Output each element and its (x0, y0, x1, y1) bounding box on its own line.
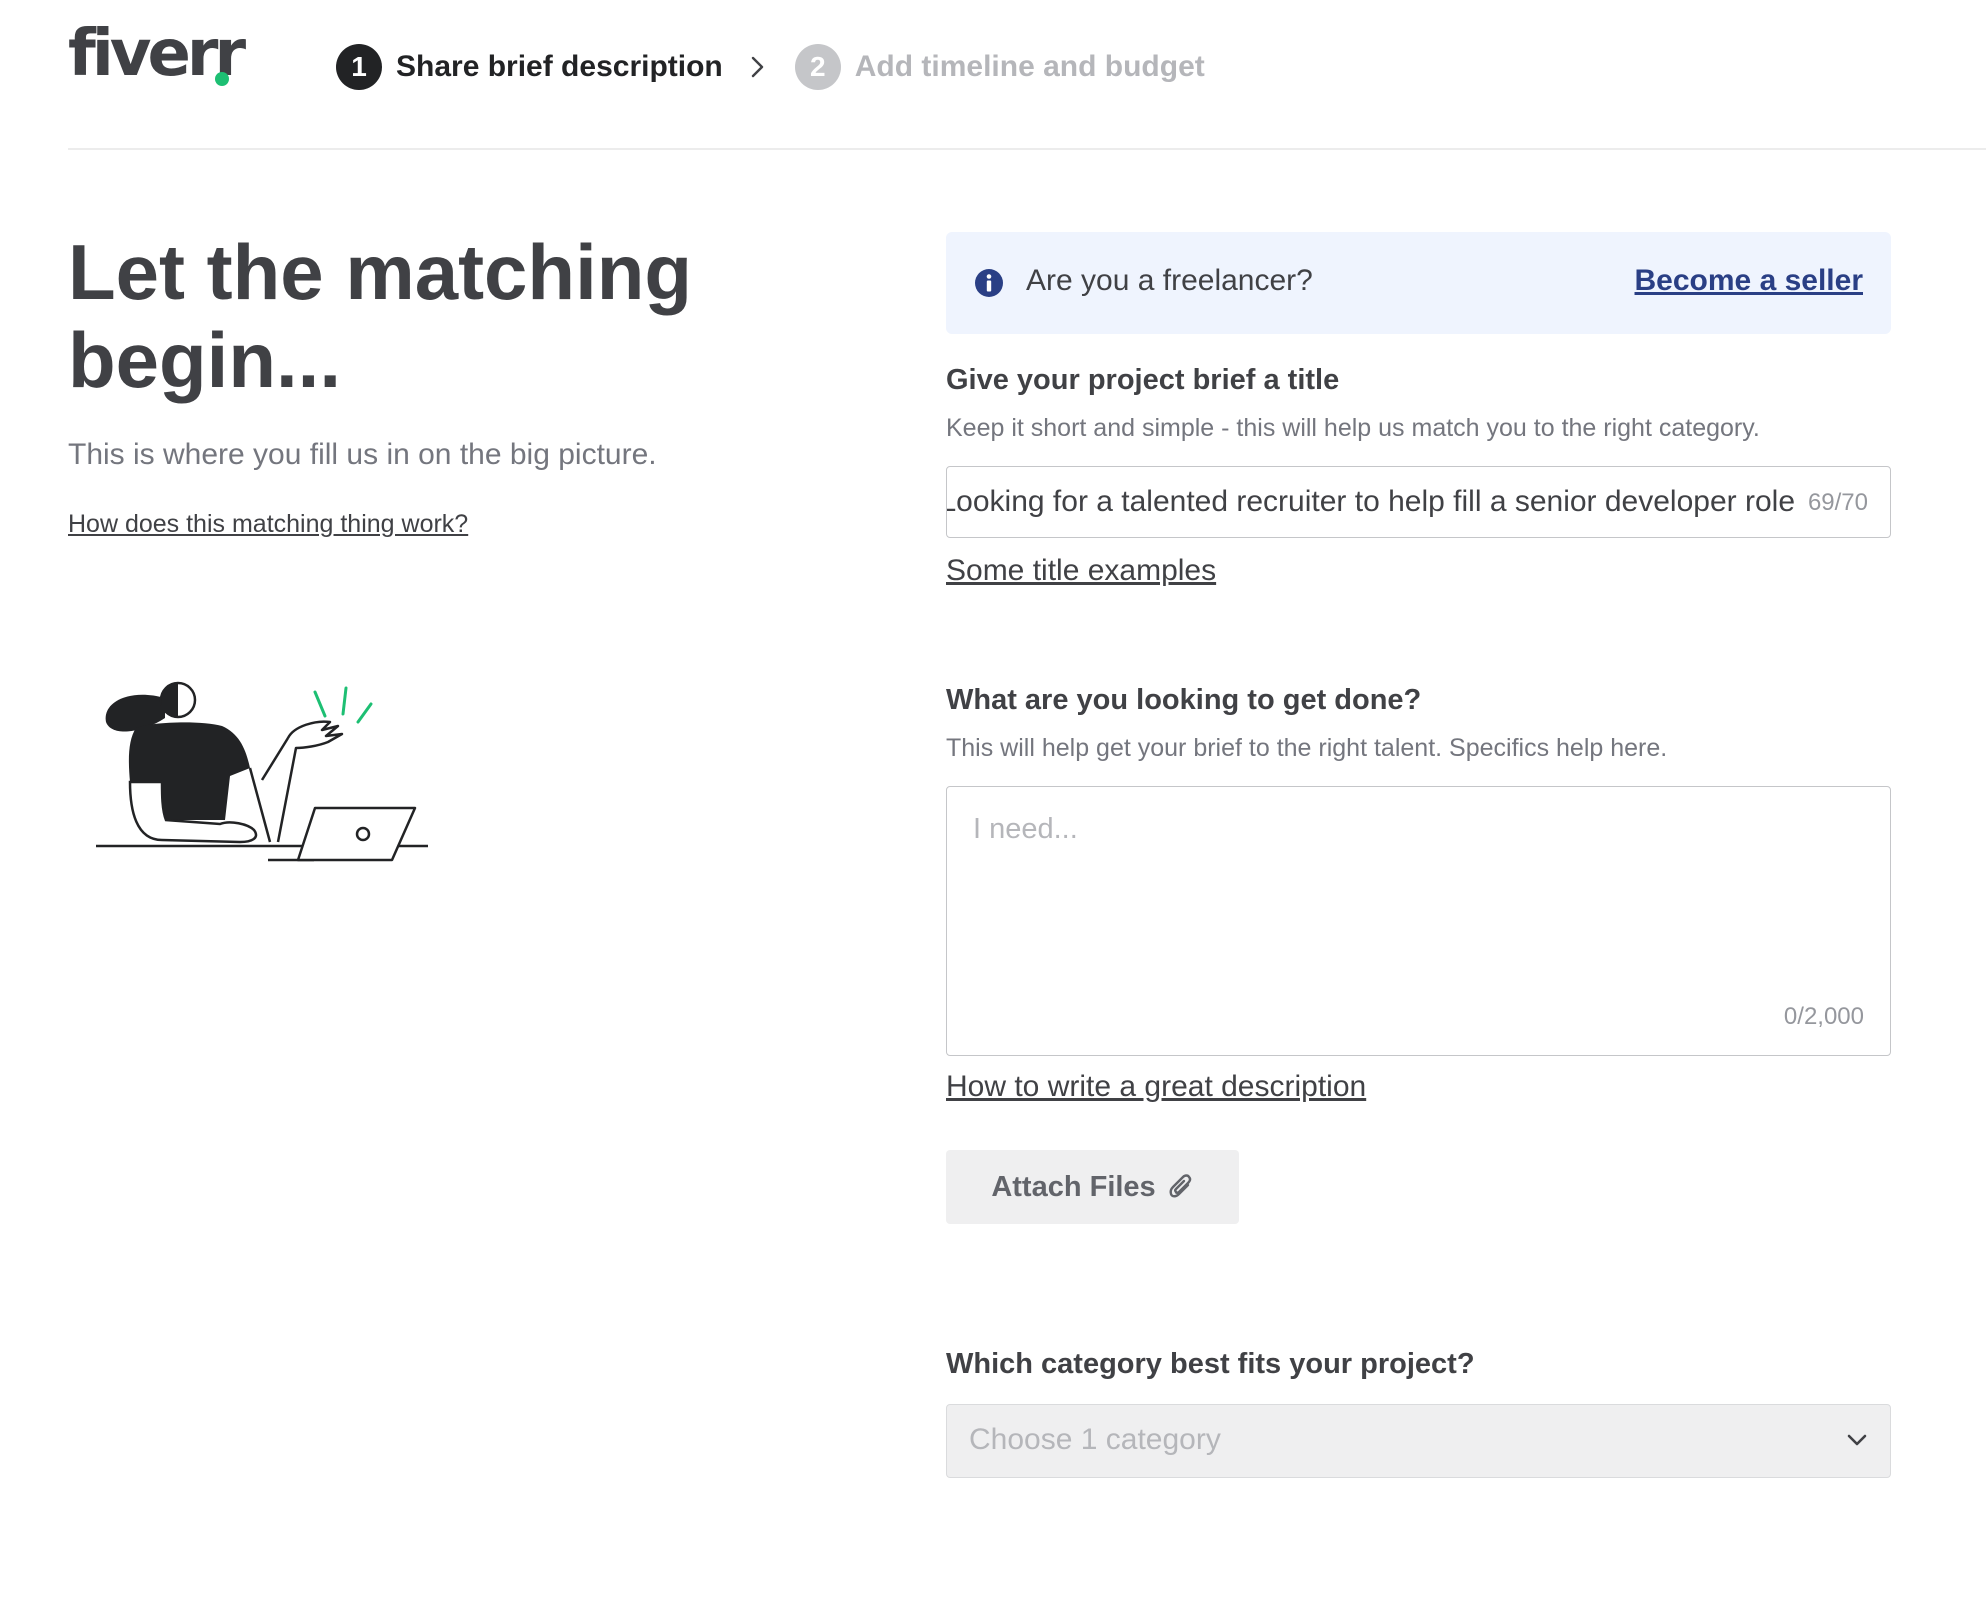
banner-text: Are you a freelancer? (1026, 264, 1313, 297)
woman-at-laptop-illustration (90, 670, 440, 875)
chevron-right-icon (751, 56, 765, 78)
description-field-help: This will help get your brief to the rig… (946, 734, 1668, 762)
title-field-help: Keep it short and simple - this will hel… (946, 414, 1760, 442)
become-seller-link[interactable]: Become a seller (1635, 264, 1863, 298)
paperclip-icon (1168, 1173, 1194, 1201)
description-placeholder: I need... (973, 813, 1078, 845)
category-select-value: Choose 1 category (969, 1423, 1221, 1456)
description-char-counter: 0/2,000 (1783, 1003, 1864, 1030)
attach-files-button[interactable]: Attach Files (946, 1150, 1239, 1224)
top-header: fiverr 1 Share brief description 2 Add t… (0, 0, 1986, 150)
matching-help-link[interactable]: How does this matching thing work? (68, 510, 468, 539)
description-field-label: What are you looking to get done? (946, 684, 1422, 716)
step-1-label[interactable]: Share brief description (396, 50, 723, 84)
title-input[interactable]: Looking for a talented recruiter to help… (946, 466, 1891, 538)
title-input-value: Looking for a talented recruiter to help… (946, 485, 1795, 518)
logo-dot (215, 72, 229, 86)
category-field-label: Which category best fits your project? (946, 1348, 1475, 1380)
title-field-label: Give your project brief a title (946, 364, 1340, 396)
page-subtitle: This is where you fill us in on the big … (68, 438, 657, 471)
chevron-down-icon (1846, 1429, 1868, 1456)
step-1-number: 1 (336, 44, 382, 90)
category-select[interactable]: Choose 1 category (946, 1404, 1891, 1478)
info-icon (974, 268, 1004, 303)
title-char-counter: 69/70 (1803, 489, 1868, 517)
page-title: Let the matching begin... (68, 228, 693, 404)
description-guide-link[interactable]: How to write a great description (946, 1070, 1366, 1104)
title-examples-link[interactable]: Some title examples (946, 554, 1216, 588)
freelancer-banner: Are you a freelancer? Become a seller (946, 232, 1891, 334)
attach-files-label: Attach Files (991, 1170, 1156, 1203)
progress-stepper: 1 Share brief description 2 Add timeline… (336, 44, 1205, 90)
description-textarea[interactable]: I need... 0/2,000 (946, 786, 1891, 1056)
header-divider (68, 148, 1986, 150)
step-2-label[interactable]: Add timeline and budget (855, 50, 1205, 84)
step-2-number: 2 (794, 44, 841, 90)
